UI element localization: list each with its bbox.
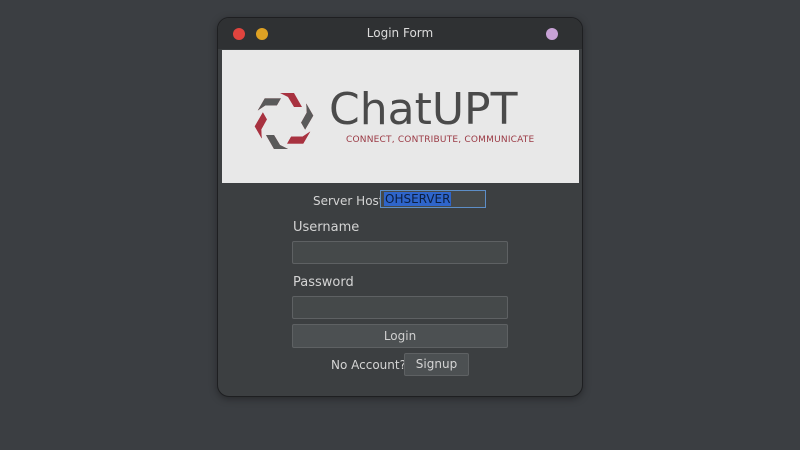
server-host-input[interactable]: OHSERVER (380, 190, 486, 208)
server-host-value: OHSERVER (384, 192, 452, 206)
brand-name: ChatUPT (329, 84, 518, 135)
no-account-label: No Account? (331, 358, 406, 372)
password-label: Password (293, 275, 354, 290)
signup-button[interactable]: Signup (404, 353, 469, 376)
window-title: Login Form (366, 26, 434, 40)
username-field[interactable] (292, 241, 508, 264)
brand-banner: ChatUPT CONNECT, CONTRIBUTE, COMMUNICATE (222, 50, 579, 183)
login-button[interactable]: Login (292, 324, 508, 348)
logo-blade (280, 93, 302, 107)
username-label: Username (293, 220, 360, 235)
title-bar: Login Form (218, 18, 582, 49)
hexagon-swirl-logo-icon (251, 91, 317, 151)
server-host-label: Server Host (313, 194, 384, 208)
brand-tagline: CONNECT, CONTRIBUTE, COMMUNICATE (346, 135, 535, 145)
login-window: Login Form ChatUPT CONNECT, CONTRIBUTE, … (217, 17, 583, 397)
password-field[interactable] (292, 296, 508, 319)
